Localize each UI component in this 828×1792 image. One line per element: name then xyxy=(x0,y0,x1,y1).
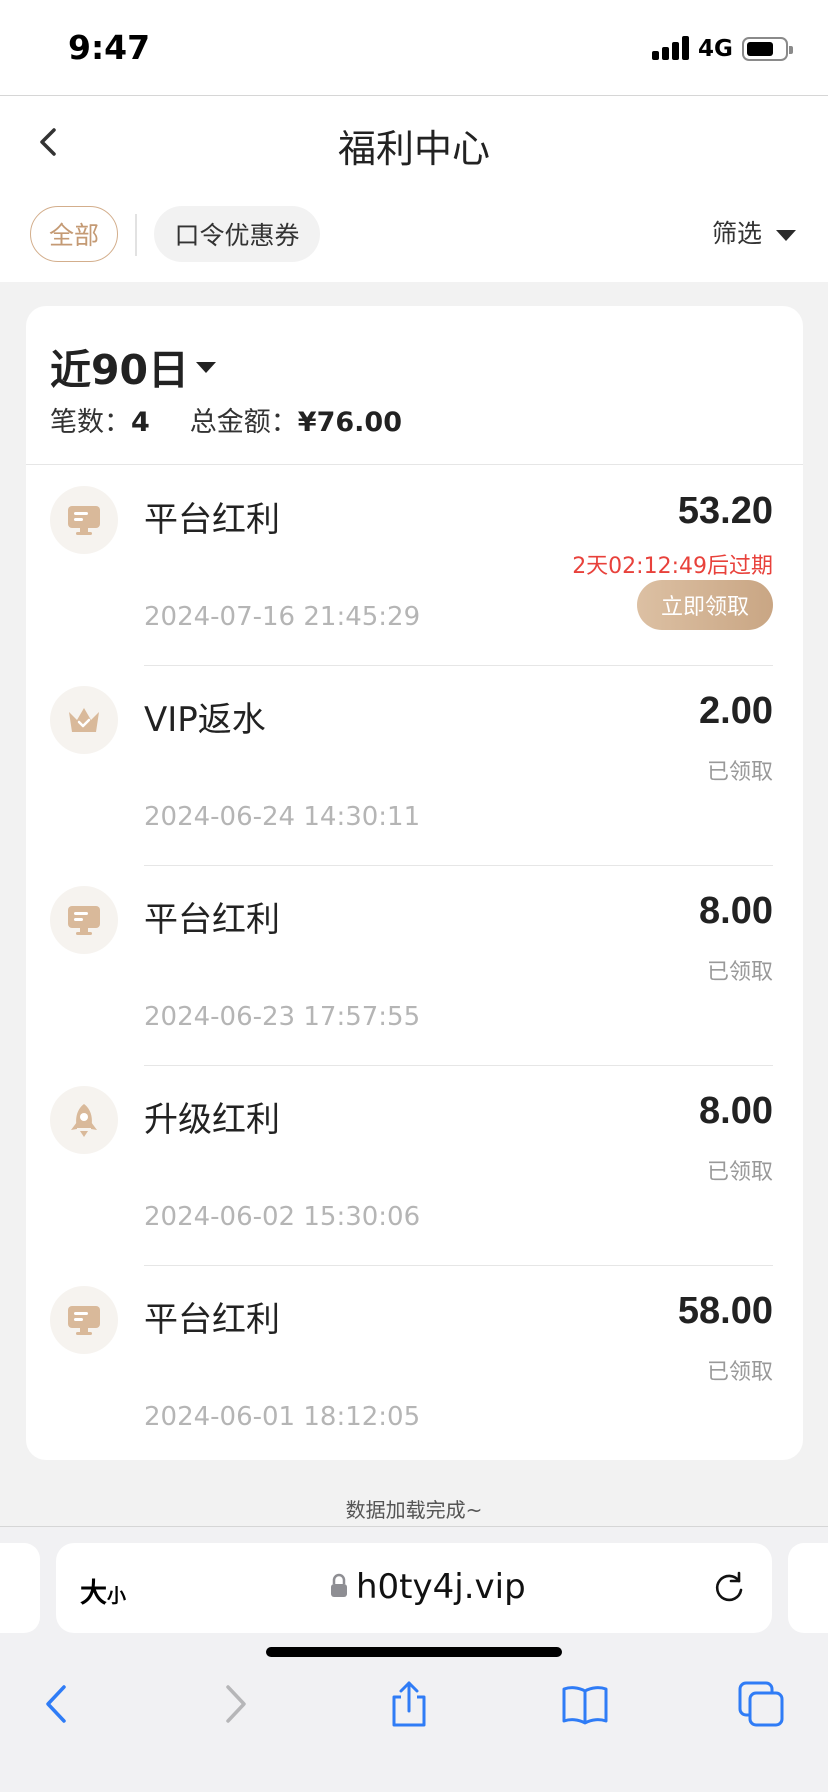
record-date: 2024-06-23 17:57:55 xyxy=(144,1002,421,1032)
total-label: 总金额： xyxy=(189,407,298,438)
record-amount: 8.00 xyxy=(699,890,773,932)
record-date: 2024-06-24 14:30:11 xyxy=(144,802,421,832)
status-bar: 9:47 4G xyxy=(0,0,828,96)
record-amount: 2.00 xyxy=(699,690,773,732)
tab-divider xyxy=(135,214,137,256)
home-indicator[interactable] xyxy=(266,1647,562,1657)
next-tab-preview[interactable] xyxy=(788,1543,828,1633)
count-label: 笔数： xyxy=(50,407,131,438)
record-row: 平台红利 8.00 已领取 2024-06-23 17:57:55 xyxy=(26,866,803,1066)
record-row: 升级红利 8.00 已领取 2024-06-02 15:30:06 xyxy=(26,1066,803,1266)
tab-coupon[interactable]: 口令优惠券 xyxy=(154,206,320,262)
records-card: 近90日 笔数：4 总金额：¥76.00 平台红利 53.20 2天02:12:4… xyxy=(26,306,803,1460)
page-title: 福利中心 xyxy=(337,127,490,171)
signal-icon xyxy=(652,36,690,60)
monitor-icon xyxy=(50,486,118,554)
filter-button[interactable]: 筛选 xyxy=(712,214,762,250)
record-status: 已领取 xyxy=(706,960,773,985)
record-date: 2024-07-16 21:45:29 xyxy=(144,602,421,632)
tab-all[interactable]: 全部 xyxy=(30,206,118,262)
load-complete-text: 数据加载完成~ xyxy=(345,1498,483,1522)
rocket-icon xyxy=(50,1086,118,1154)
record-status: 已领取 xyxy=(706,1360,773,1385)
text-size-button[interactable]: 大小 xyxy=(80,1571,126,1610)
monitor-icon xyxy=(50,886,118,954)
battery-icon xyxy=(742,37,793,61)
record-title: 平台红利 xyxy=(144,1300,280,1340)
previous-tab-preview[interactable] xyxy=(0,1543,40,1633)
divider xyxy=(26,464,803,465)
tabs-icon[interactable] xyxy=(736,1679,786,1729)
lock-icon xyxy=(331,1573,347,1597)
record-status: 已领取 xyxy=(706,1160,773,1185)
count-value: 4 xyxy=(131,407,150,438)
record-title: 升级红利 xyxy=(144,1100,280,1140)
browser-bar: 大小 h0ty4j.vip xyxy=(0,1526,828,1792)
total-value: ¥76.00 xyxy=(297,407,402,438)
back-icon[interactable] xyxy=(32,1679,82,1729)
forward-icon[interactable] xyxy=(210,1679,260,1729)
summary-line: 笔数：4 总金额：¥76.00 xyxy=(50,400,402,439)
network-type: 4G xyxy=(698,36,733,62)
period-selector[interactable]: 近90日 xyxy=(50,336,189,396)
reload-icon[interactable] xyxy=(710,1569,748,1607)
record-status: 已领取 xyxy=(706,760,773,785)
expire-countdown: 2天02:12:49后过期 xyxy=(572,554,773,579)
record-row: VIP返水 2.00 已领取 2024-06-24 14:30:11 xyxy=(26,666,803,866)
share-icon[interactable] xyxy=(384,1679,434,1729)
record-row: 平台红利 53.20 2天02:12:49后过期 立即领取 2024-07-16… xyxy=(26,466,803,666)
record-row: 平台红利 58.00 已领取 2024-06-01 18:12:05 xyxy=(26,1266,803,1466)
record-amount: 53.20 xyxy=(677,490,773,532)
record-title: VIP返水 xyxy=(144,700,266,740)
record-title: 平台红利 xyxy=(144,900,280,940)
record-date: 2024-06-01 18:12:05 xyxy=(144,1402,421,1432)
record-title: 平台红利 xyxy=(144,500,280,540)
caret-down-icon[interactable] xyxy=(196,362,216,373)
crown-icon xyxy=(50,686,118,754)
record-amount: 8.00 xyxy=(699,1090,773,1132)
monitor-icon xyxy=(50,1286,118,1354)
record-date: 2024-06-02 15:30:06 xyxy=(144,1202,421,1232)
nav-header: 福利中心 全部 口令优惠券 筛选 xyxy=(0,96,828,282)
record-amount: 58.00 xyxy=(677,1290,773,1332)
address-bar[interactable]: 大小 h0ty4j.vip xyxy=(56,1543,772,1633)
bookmarks-icon[interactable] xyxy=(560,1679,610,1729)
claim-button[interactable]: 立即领取 xyxy=(637,580,773,630)
url-text: h0ty4j.vip xyxy=(356,1567,526,1607)
caret-down-icon[interactable] xyxy=(776,230,796,241)
browser-toolbar xyxy=(0,1653,828,1743)
status-time: 9:47 xyxy=(68,28,151,67)
